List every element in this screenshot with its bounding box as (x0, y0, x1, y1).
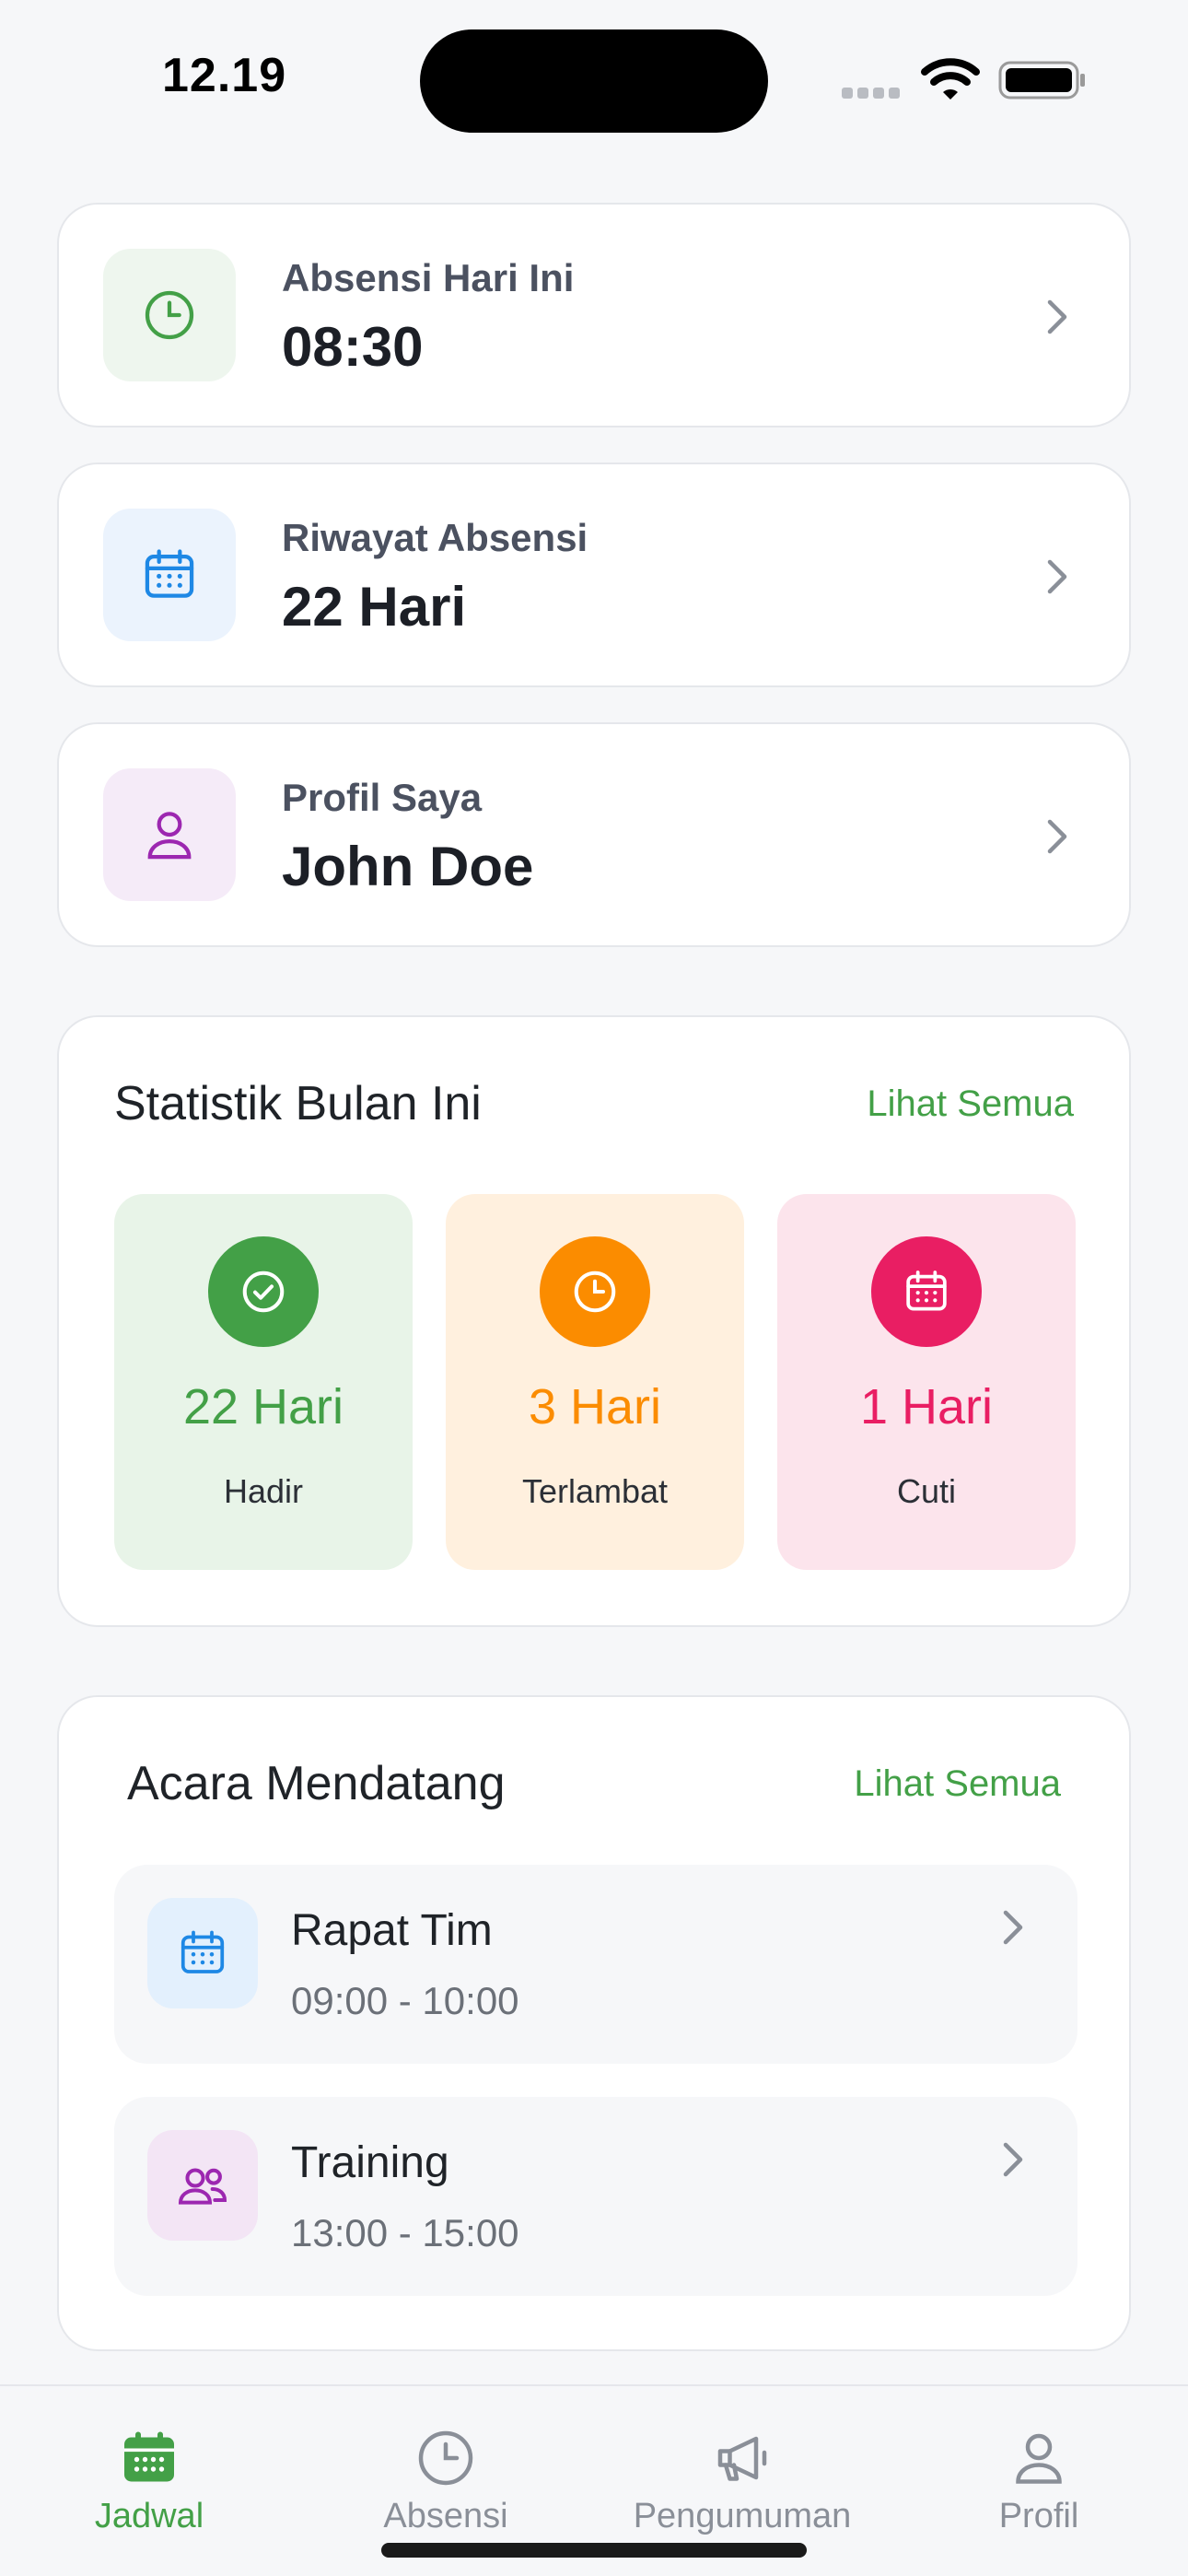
clock-icon (418, 2430, 473, 2486)
stat-label: Terlambat (521, 1472, 669, 1510)
home-indicator (381, 2543, 807, 2558)
event-time: 09:00 - 10:00 (291, 1979, 519, 2022)
people-icon (178, 2168, 227, 2205)
quick-card-icon-box (103, 768, 236, 901)
stats-see-all-link[interactable]: Lihat Semua (867, 1083, 1074, 1125)
person-icon (1016, 2433, 1062, 2484)
wifi-icon (921, 58, 980, 100)
stat-label: Cuti (896, 1472, 957, 1510)
event-item-training[interactable]: Training 13:00 - 15:00 (114, 2097, 1077, 2296)
calendar-icon (181, 1930, 225, 1973)
stats-title: Statistik Bulan Ini (114, 1077, 482, 1130)
stat-label: Hadir (223, 1472, 304, 1510)
stat-box-cuti[interactable]: 1 Hari Cuti (777, 1194, 1076, 1570)
event-icon-box (147, 1898, 258, 2008)
person-icon (147, 812, 192, 860)
events-see-all-link[interactable]: Lihat Semua (854, 1763, 1061, 1805)
quick-card-value: 08:30 (282, 316, 424, 378)
nav-item-absensi[interactable]: Absensi (317, 2425, 575, 2545)
quick-card-label: Riwayat Absensi (282, 516, 588, 559)
stat-icon-circle (208, 1236, 319, 1347)
event-title: Rapat Tim (291, 1906, 493, 1955)
nav-item-jadwal[interactable]: Jadwal (20, 2425, 278, 2545)
nav-label: Pengumuman (633, 2497, 852, 2535)
clock-icon (145, 290, 194, 340)
quick-card-icon-box (103, 249, 236, 381)
quick-card-absensi-hari-ini[interactable]: Absensi Hari Ini 08:30 (57, 203, 1131, 427)
calendar-icon (124, 2431, 174, 2482)
stat-icon-circle (540, 1236, 650, 1347)
nav-item-pengumuman[interactable]: Pengumuman (613, 2425, 871, 2545)
event-title: Training (291, 2138, 449, 2187)
status-time: 12.19 (162, 49, 287, 102)
quick-card-label: Absensi Hari Ini (282, 256, 575, 299)
stats-card: Statistik Bulan Ini Lihat Semua 22 Hari … (57, 1015, 1131, 1627)
stat-value: 3 Hari (528, 1379, 662, 1434)
events-title: Acara Mendatang (127, 1757, 506, 1810)
stat-box-hadir[interactable]: 22 Hari Hadir (114, 1194, 413, 1570)
status-bar: 12.19 (0, 0, 1188, 147)
stat-value: 1 Hari (859, 1379, 994, 1434)
quick-card-value: 22 Hari (282, 576, 467, 638)
stat-box-terlambat[interactable]: 3 Hari Terlambat (446, 1194, 744, 1570)
battery-icon (998, 61, 1085, 100)
chevron-right-icon (1003, 2142, 1023, 2177)
nav-label: Profil (998, 2497, 1079, 2535)
quick-card-label: Profil Saya (282, 776, 483, 819)
nav-label: Absensi (383, 2497, 508, 2535)
chevron-right-icon (1003, 1910, 1023, 1945)
event-item-rapat-tim[interactable]: Rapat Tim 09:00 - 10:00 (114, 1865, 1077, 2064)
chevron-right-icon (1047, 299, 1067, 334)
check-circle-icon (242, 1270, 285, 1313)
quick-card-icon-box (103, 509, 236, 641)
stat-icon-circle (871, 1236, 982, 1347)
quick-card-value: John Doe (282, 836, 534, 897)
nav-item-profil[interactable]: Profil (910, 2425, 1168, 2545)
quick-card-riwayat-absensi[interactable]: Riwayat Absensi 22 Hari (57, 463, 1131, 687)
event-time: 13:00 - 15:00 (291, 2211, 519, 2254)
calendar-icon (906, 1270, 947, 1311)
calendar-icon (145, 549, 194, 598)
nav-label: Jadwal (94, 2497, 204, 2535)
events-card: Acara Mendatang Lihat Semua Rapat Tim 09… (57, 1695, 1131, 2351)
stat-value: 22 Hari (182, 1379, 344, 1434)
signal-icon (842, 87, 906, 99)
chevron-right-icon (1047, 559, 1067, 594)
megaphone-icon (717, 2436, 767, 2481)
dynamic-island (420, 29, 768, 133)
quick-card-profil-saya[interactable]: Profil Saya John Doe (57, 722, 1131, 947)
event-icon-box (147, 2130, 258, 2241)
clock-icon (574, 1270, 616, 1313)
chevron-right-icon (1047, 819, 1067, 854)
